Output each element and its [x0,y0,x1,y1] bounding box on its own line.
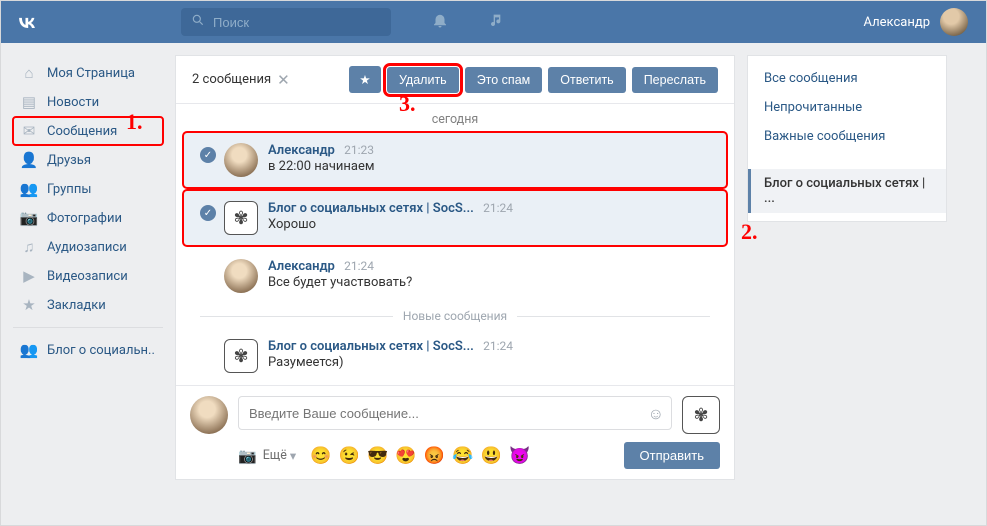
message-time: 21:24 [483,339,513,353]
message-row[interactable]: Александр 21:24 Все будет участвовать? [184,249,726,303]
sidebar-item-label: Новости [47,95,99,110]
more-attachments[interactable]: Ещё ▾ [263,448,296,464]
delete-button[interactable]: Удалить [387,67,459,93]
avatar[interactable] [224,143,258,177]
messages-panel: 2 сообщения ✕ ★ Удалить Это спам Ответит… [175,55,735,480]
sidebar-item-label: Сообщения [47,124,117,139]
attach-icon[interactable]: 📷 [238,447,257,465]
current-user-avatar [940,8,968,36]
sidebar-item-friends[interactable]: 👤 Друзья [13,146,163,174]
sidebar-item-news[interactable]: ▤ Новости [13,88,163,116]
message-text: Все будет участвовать? [268,275,712,290]
sidebar-item-groups[interactable]: 👥 Группы [13,175,163,203]
select-check[interactable]: ✓ [198,147,218,163]
message-author[interactable]: Александр [268,143,335,158]
current-user[interactable]: Александр [864,8,968,36]
selection-count: 2 сообщения [192,72,271,87]
sidebar-item-my-page[interactable]: ⌂ Моя Страница [13,59,163,87]
home-icon: ⌂ [19,64,39,82]
sidebar-item-blog[interactable]: 👥 Блог о социальн.. [13,336,163,364]
emoji[interactable]: 😎 [367,446,388,466]
message-author[interactable]: Александр [268,259,335,274]
emoji[interactable]: 😡 [424,446,445,466]
sidebar-item-bookmarks[interactable]: ★ Закладки [13,291,163,319]
message-row[interactable]: Блог о социальных сетях | SocS... 21:24 … [184,329,726,383]
message-time: 21:24 [483,201,513,215]
search-box[interactable] [181,8,391,36]
star-button[interactable]: ★ [349,66,381,93]
rp-important[interactable]: Важные сообщения [748,122,946,151]
dialogs-filter-panel: Все сообщения Непрочитанные Важные сообщ… [747,55,947,222]
message-author[interactable]: Блог о социальных сетях | SocS... [268,201,474,216]
sidebar-item-label: Моя Страница [47,66,135,81]
sidebar-item-audio[interactable]: ♫ Аудиозаписи [13,233,163,261]
rp-all[interactable]: Все сообщения [748,64,946,93]
music-icon[interactable] [489,12,505,33]
avatar[interactable] [224,259,258,293]
emoji-picker-icon[interactable]: ☺ [648,404,664,424]
emoji[interactable]: 😊 [310,446,331,466]
emoji[interactable]: 😃 [481,446,502,466]
messages-toolbar: 2 сообщения ✕ ★ Удалить Это спам Ответит… [176,56,734,104]
notifications-icon[interactable] [431,11,449,34]
emoji[interactable]: 😂 [452,446,473,466]
avatar[interactable] [224,201,258,235]
date-label: сегодня [176,104,734,131]
star-icon: ★ [19,296,39,314]
search-input[interactable] [213,15,363,30]
vk-logo[interactable] [13,8,41,36]
message-row[interactable]: ✓ Блог о социальных сетях | SocS... 21:2… [184,191,726,245]
message-row[interactable]: ✓ Александр 21:23 в 22:00 начинаем [184,133,726,187]
video-icon: ▶ [19,267,39,285]
sidebar-item-label: Фотографии [47,211,122,226]
rp-unread[interactable]: Непрочитанные [748,93,946,122]
message-input[interactable] [238,396,672,430]
emoji[interactable]: 😍 [395,446,416,466]
news-icon: ▤ [19,93,39,111]
messages-icon: ✉ [19,122,39,140]
sidebar-item-messages[interactable]: ✉ Сообщения [13,117,163,145]
sidebar-item-label: Блог о социальн.. [47,343,155,358]
new-messages-divider: Новые сообщения [176,305,734,327]
sidebar-item-video[interactable]: ▶ Видеозаписи [13,262,163,290]
forward-button[interactable]: Переслать [632,67,718,93]
select-check[interactable]: ✓ [198,205,218,221]
friends-icon: 👤 [19,151,39,169]
community-icon: 👥 [19,341,39,359]
emoji[interactable]: 😈 [509,446,530,466]
clear-selection[interactable]: ✕ [277,71,290,89]
recipient-avatar[interactable] [682,396,720,434]
emoji[interactable]: 😉 [339,446,360,466]
search-icon [191,13,205,31]
avatar[interactable] [224,339,258,373]
send-button[interactable]: Отправить [624,442,720,469]
quick-emoji-row: 😊 😉 😎 😍 😡 😂 😃 😈 [310,446,534,466]
message-time: 21:23 [344,143,374,157]
message-text: Хорошо [268,217,712,232]
audio-icon: ♫ [19,238,39,256]
app-header: Александр [1,1,986,43]
composer-avatar [190,396,228,434]
message-text: Разумеется) [268,355,712,370]
sidebar-item-label: Закладки [47,298,106,313]
message-time: 21:24 [344,259,374,273]
camera-icon: 📷 [19,209,39,227]
message-text: в 22:00 начинаем [268,159,712,174]
sidebar-divider [13,327,163,328]
sidebar-item-label: Друзья [47,153,91,168]
reply-button[interactable]: Ответить [548,67,625,93]
message-author[interactable]: Блог о социальных сетях | SocS... [268,339,474,354]
spam-button[interactable]: Это спам [465,67,543,93]
rp-blog[interactable]: Блог о социальных сетях | ... [748,169,946,213]
chevron-down-icon: ▾ [290,448,296,464]
groups-icon: 👥 [19,180,39,198]
sidebar-item-label: Аудиозаписи [47,240,127,255]
left-sidebar: ⌂ Моя Страница ▤ Новости ✉ Сообщения 👤 Друзь… [13,55,163,480]
sidebar-item-photos[interactable]: 📷 Фотографии [13,204,163,232]
message-composer: ☺ 📷 Ещё ▾ 😊 😉 😎 😍 😡 😂 [176,385,734,479]
sidebar-item-label: Группы [47,182,91,197]
current-user-name: Александр [864,15,930,30]
sidebar-item-label: Видеозаписи [47,269,128,284]
